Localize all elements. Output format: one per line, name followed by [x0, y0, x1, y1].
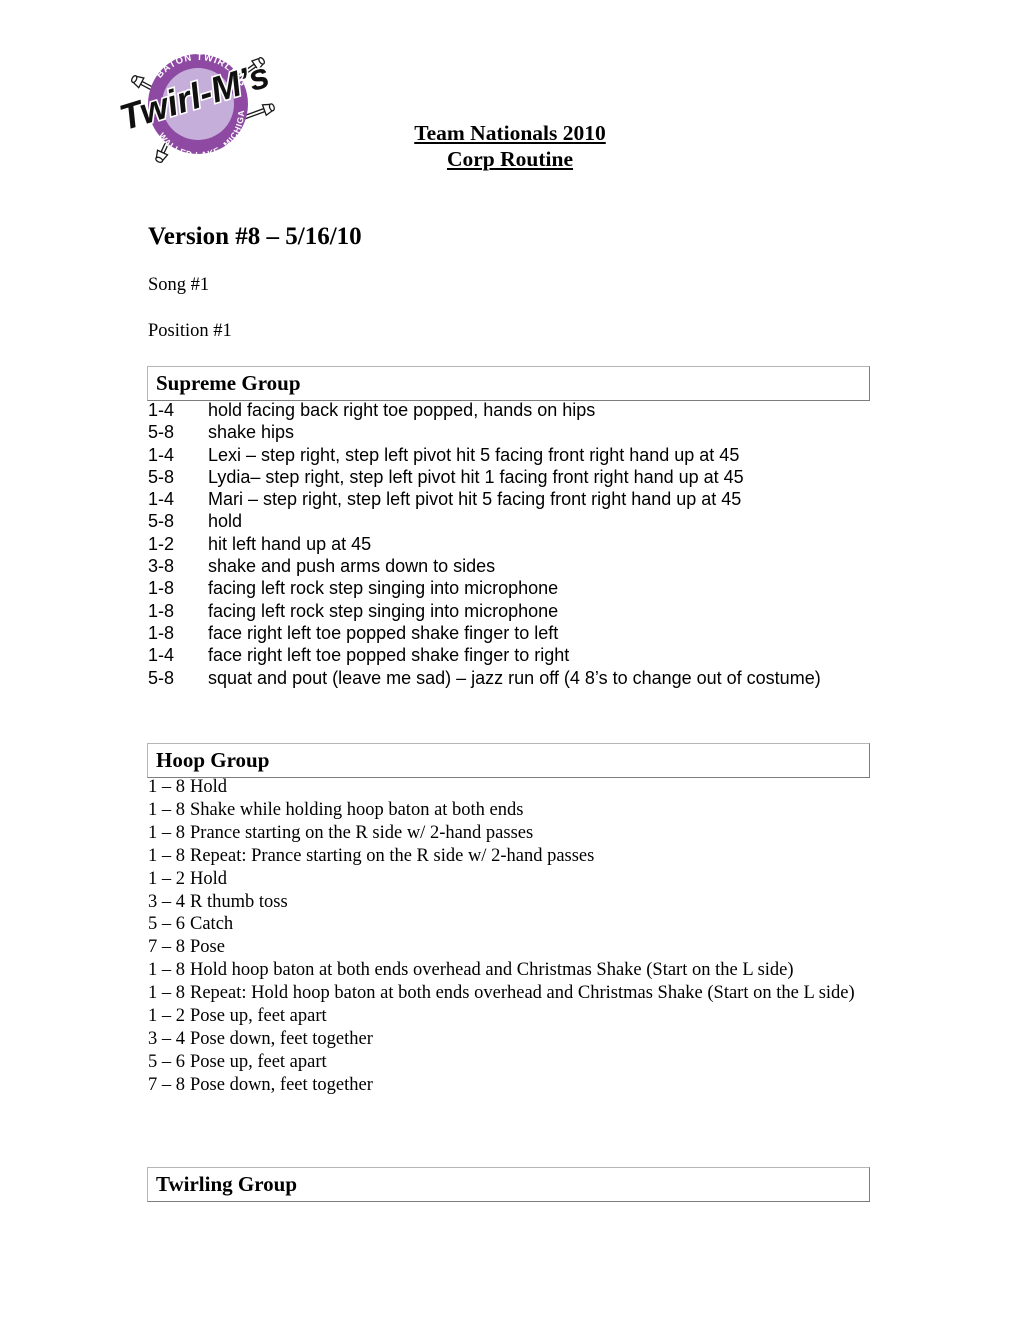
- routine-row-count: 1-4: [148, 400, 175, 420]
- routine-row-text: Hold: [190, 777, 227, 797]
- routine-row-count: 3-8: [148, 556, 175, 577]
- routine-row: 3 – 4R thumb toss: [148, 891, 873, 914]
- routine-row-count: 1 – 8: [148, 845, 185, 866]
- routine-row: 1 – 2 Hold: [148, 868, 873, 891]
- routine-row: 1-8 face right left toe popped shake fing…: [148, 622, 873, 644]
- routine-row-text: Repeat: Hold hoop baton at both ends ove…: [190, 983, 855, 1004]
- routine-row-text: Shake while holding hoop baton at both e…: [190, 799, 524, 820]
- routine-row-count: 1-2: [148, 533, 175, 554]
- document-page: BATON TWIRLING WALLED LAKE, MICHIGAN Twi…: [0, 0, 1020, 1320]
- routine-row-count: 1-4: [148, 489, 175, 510]
- routine-row-text: Pose up, feet apart: [190, 1051, 327, 1072]
- routine-row-count: 5 – 6: [148, 1051, 185, 1072]
- section-title: Hoop Group: [156, 748, 270, 772]
- page-title: Team Nationals 2010 Corp Routine: [0, 120, 1020, 172]
- routine-row-count: 1 – 8: [148, 983, 185, 1004]
- routine-row-text: shake hips: [208, 422, 295, 443]
- routine-row-count: 5-8: [148, 466, 175, 487]
- routine-row-text: Pose: [190, 937, 225, 958]
- title-line-1-text: Team Nationals 2010: [414, 121, 606, 145]
- routine-row: 1 – 8 Repeat: Hold hoop baton at both end…: [148, 982, 873, 1005]
- routine-row-text: hold facing back right toe popped, hands…: [208, 400, 596, 420]
- routine-row-count: 1-8: [148, 622, 175, 643]
- routine-row-text: face right left toe popped shake finger …: [208, 645, 570, 666]
- routine-row-count: 1-4: [148, 645, 175, 666]
- routine-row-text: Lexi – step right, step left pivot hit 5…: [208, 444, 740, 465]
- routine-row-count: 1 – 2: [148, 868, 185, 889]
- routine-row-text: hit left hand up at 45: [208, 533, 372, 554]
- routine-row: 1 – 8 Shake while holding hoop baton at b…: [148, 799, 873, 822]
- position-label: Position #1: [148, 321, 232, 341]
- routine-row-count: 5-8: [148, 511, 175, 532]
- routine-row-text: Pose up, feet apart: [190, 1006, 327, 1027]
- routine-row: 1 – 8 Prance starting on the R side w/ 2-…: [148, 822, 873, 845]
- routine-row-text: Lydia– step right, step left pivot hit 1…: [208, 466, 744, 487]
- routine-row-text: Mari – step right, step left pivot hit 5…: [208, 489, 742, 510]
- routine-row-text: Pose down, feet together: [190, 1028, 373, 1049]
- routine-row: 1 – 8 Repeat: Prance starting on the R si…: [148, 845, 873, 868]
- routine-row: 1-4 face right left toe popped shake fing…: [148, 644, 873, 666]
- title-line-2-text: Corp Routine: [446, 147, 574, 171]
- section-title: Supreme Group: [156, 371, 301, 395]
- routine-row-count: 1 – 2: [148, 1006, 185, 1027]
- version-heading: Version #8 – 5/16/10: [148, 223, 362, 250]
- routine-row-text: facing left rock step singing into micro…: [208, 600, 559, 621]
- routine-row: 5-8 hold: [148, 510, 873, 532]
- routine-row-count: 5-8: [148, 667, 175, 688]
- routine-row: 3-8 shake and push arms down to sides: [148, 555, 873, 577]
- routine-row-count: 1 – 8: [148, 799, 185, 820]
- song-label: Song #1: [148, 275, 210, 295]
- routine-row-text: facing left rock step singing into micro…: [208, 578, 559, 599]
- routine-row-text: Hold hoop baton at both ends overhead an…: [190, 960, 794, 981]
- title-line-1: Team Nationals 2010: [0, 120, 1020, 146]
- routine-row-count: 3 – 4: [148, 891, 185, 912]
- section-body-hoop-group: 1 – 8 Hold 1 – 8 Shake while holding hoop b…: [148, 776, 873, 1097]
- title-line-2: Corp Routine: [0, 146, 1020, 172]
- routine-row: 5 – 6 Pose up, feet apart: [148, 1051, 873, 1074]
- routine-row-text: shake and push arms down to sides: [208, 556, 496, 577]
- routine-row-count: 1 – 8: [148, 822, 185, 843]
- routine-row-text: Prance starting on the R side w/ 2-hand …: [190, 822, 534, 843]
- routine-row: 1 – 2 Pose up, feet apart: [148, 1005, 873, 1028]
- routine-row-text: Hold: [190, 868, 227, 889]
- routine-row-count: 1-8: [148, 600, 175, 621]
- routine-row-count: 1 – 8: [148, 960, 185, 981]
- routine-row: 1-4 hold facing back right toe popped, ha…: [148, 399, 873, 421]
- section-header-supreme-group: Supreme Group: [147, 366, 870, 401]
- routine-row: 5-8 squat and pout (leave me sad) – jazz …: [148, 667, 873, 689]
- routine-row-text: face right left toe popped shake finger …: [208, 622, 559, 643]
- routine-row-count: 7 – 8: [148, 937, 185, 958]
- routine-row: 7 – 8 Pose down, feet together: [148, 1074, 873, 1097]
- section-body-supreme-group: 1-4 hold facing back right toe popped, ha…: [148, 399, 873, 689]
- routine-row-text: hold: [208, 511, 243, 532]
- routine-row: 1-4 Mari – step right, step left pivot hi…: [148, 488, 873, 510]
- routine-row: 1-8 facing left rock step singing into mi…: [148, 577, 873, 599]
- routine-row-count: 3 – 4: [148, 1028, 185, 1049]
- routine-row-count: 1 – 8: [148, 777, 185, 797]
- section-title: Twirling Group: [156, 1172, 298, 1196]
- routine-row-count: 1-8: [148, 578, 175, 599]
- routine-row: 3 – 4 Pose down, feet together: [148, 1028, 873, 1051]
- routine-row: 1 – 8 Hold: [148, 776, 873, 799]
- routine-row: 1 – 8 Hold hoop baton at both ends overhe…: [148, 959, 873, 982]
- routine-row-count: 5 – 6: [148, 914, 185, 935]
- routine-row-text: R thumb toss: [190, 891, 288, 912]
- routine-row-count: 7 – 8: [148, 1074, 185, 1095]
- routine-row-count: 5-8: [148, 422, 175, 443]
- routine-row-text: Catch: [190, 914, 234, 935]
- routine-row: 7 – 8 Pose: [148, 936, 873, 959]
- routine-row: 5-8 Lydia– step right, step left pivot hi…: [148, 466, 873, 488]
- routine-row-text: Pose down, feet together: [190, 1074, 373, 1095]
- routine-row-count: 1-4: [148, 444, 175, 465]
- routine-row: 1-8 facing left rock step singing into mi…: [148, 600, 873, 622]
- section-header-twirling-group: Twirling Group: [147, 1167, 870, 1202]
- section-header-hoop-group: Hoop Group: [147, 743, 870, 778]
- routine-row-text: squat and pout (leave me sad) – jazz run…: [208, 667, 821, 688]
- routine-row: 1-2 hit left hand up at 45: [148, 533, 873, 555]
- routine-row: 5-8 shake hips: [148, 421, 873, 443]
- routine-row: 5 – 6 Catch: [148, 913, 873, 936]
- routine-row-text: Repeat: Prance starting on the R side w/…: [190, 845, 595, 866]
- routine-row: 1-4 Lexi – step right, step left pivot hi…: [148, 444, 873, 466]
